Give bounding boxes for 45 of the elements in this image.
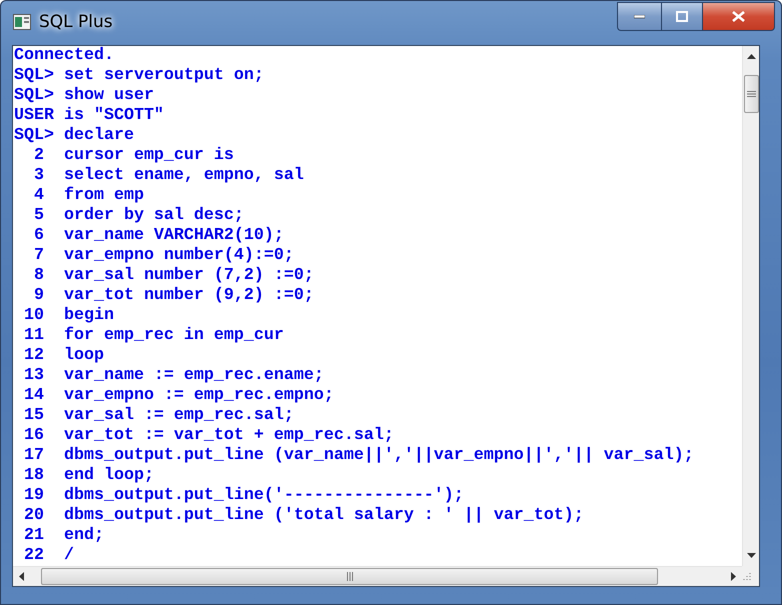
maximize-icon — [676, 11, 688, 22]
console-line: 22 / — [22, 546, 75, 566]
console-line: 2 cursor emp_cur is — [32, 146, 235, 166]
console-line: 13 var_name := emp_rec.ename; — [22, 366, 325, 386]
console-line: 5 order by sal desc; — [32, 206, 245, 226]
resize-grip-icon[interactable] — [742, 571, 752, 581]
minimize-button[interactable] — [617, 2, 661, 31]
maximize-button[interactable] — [661, 2, 703, 31]
scroll-up-icon[interactable] — [746, 54, 756, 59]
console-line: 21 end; — [22, 526, 105, 546]
console-line: 15 var_sal := emp_rec.sal; — [22, 406, 295, 426]
scroll-right-icon[interactable] — [731, 572, 736, 581]
close-button[interactable] — [703, 2, 775, 31]
console-line: 6 var_name VARCHAR2(10); — [32, 226, 285, 246]
grip-icon — [346, 572, 354, 581]
console-line: 11 for emp_rec in emp_cur — [22, 326, 285, 346]
console-line: USER is "SCOTT" — [14, 106, 165, 126]
console-line: 8 var_sal number (7,2) :=0; — [32, 266, 315, 286]
console-line: 16 var_tot := var_tot + emp_rec.sal; — [22, 426, 395, 446]
minimize-icon — [634, 14, 645, 18]
console-line: 20 dbms_output.put_line ('total salary : ' || var_tot); — [22, 506, 585, 526]
scroll-thumb[interactable] — [744, 75, 758, 113]
console-line: 10 begin — [22, 306, 115, 326]
console-line: SQL> set serveroutput on; — [14, 66, 265, 86]
console-line: SQL> declare — [14, 126, 135, 146]
console-line: 14 var_empno := emp_rec.empno; — [22, 386, 335, 406]
scroll-thumb[interactable] — [41, 568, 658, 585]
window-title: SQL Plus — [39, 12, 113, 32]
scroll-down-icon[interactable] — [746, 553, 756, 558]
app-icon — [13, 14, 31, 30]
close-icon — [732, 11, 745, 22]
scroll-left-icon[interactable] — [19, 572, 24, 581]
console-line: 9 var_tot number (9,2) :=0; — [32, 286, 315, 306]
console-line: Connected. — [14, 46, 115, 66]
console-line: SQL> show user — [14, 86, 155, 106]
grip-icon — [746, 90, 756, 98]
console-line: 12 loop — [22, 346, 105, 366]
console-line: 4 from emp — [32, 186, 145, 206]
console-line: 19 dbms_output.put_line('---------------'); — [22, 486, 465, 506]
vertical-scrollbar[interactable] — [742, 46, 759, 566]
horizontal-scrollbar[interactable] — [13, 566, 742, 586]
console-line: 17 dbms_output.put_line (var_name||','||var_empno||','|| var_sal); — [22, 446, 695, 466]
console-line: 3 select ename, empno, sal — [32, 166, 305, 186]
console-line: 18 end loop; — [22, 466, 155, 486]
console-line: 7 var_empno number(4):=0; — [32, 246, 295, 266]
